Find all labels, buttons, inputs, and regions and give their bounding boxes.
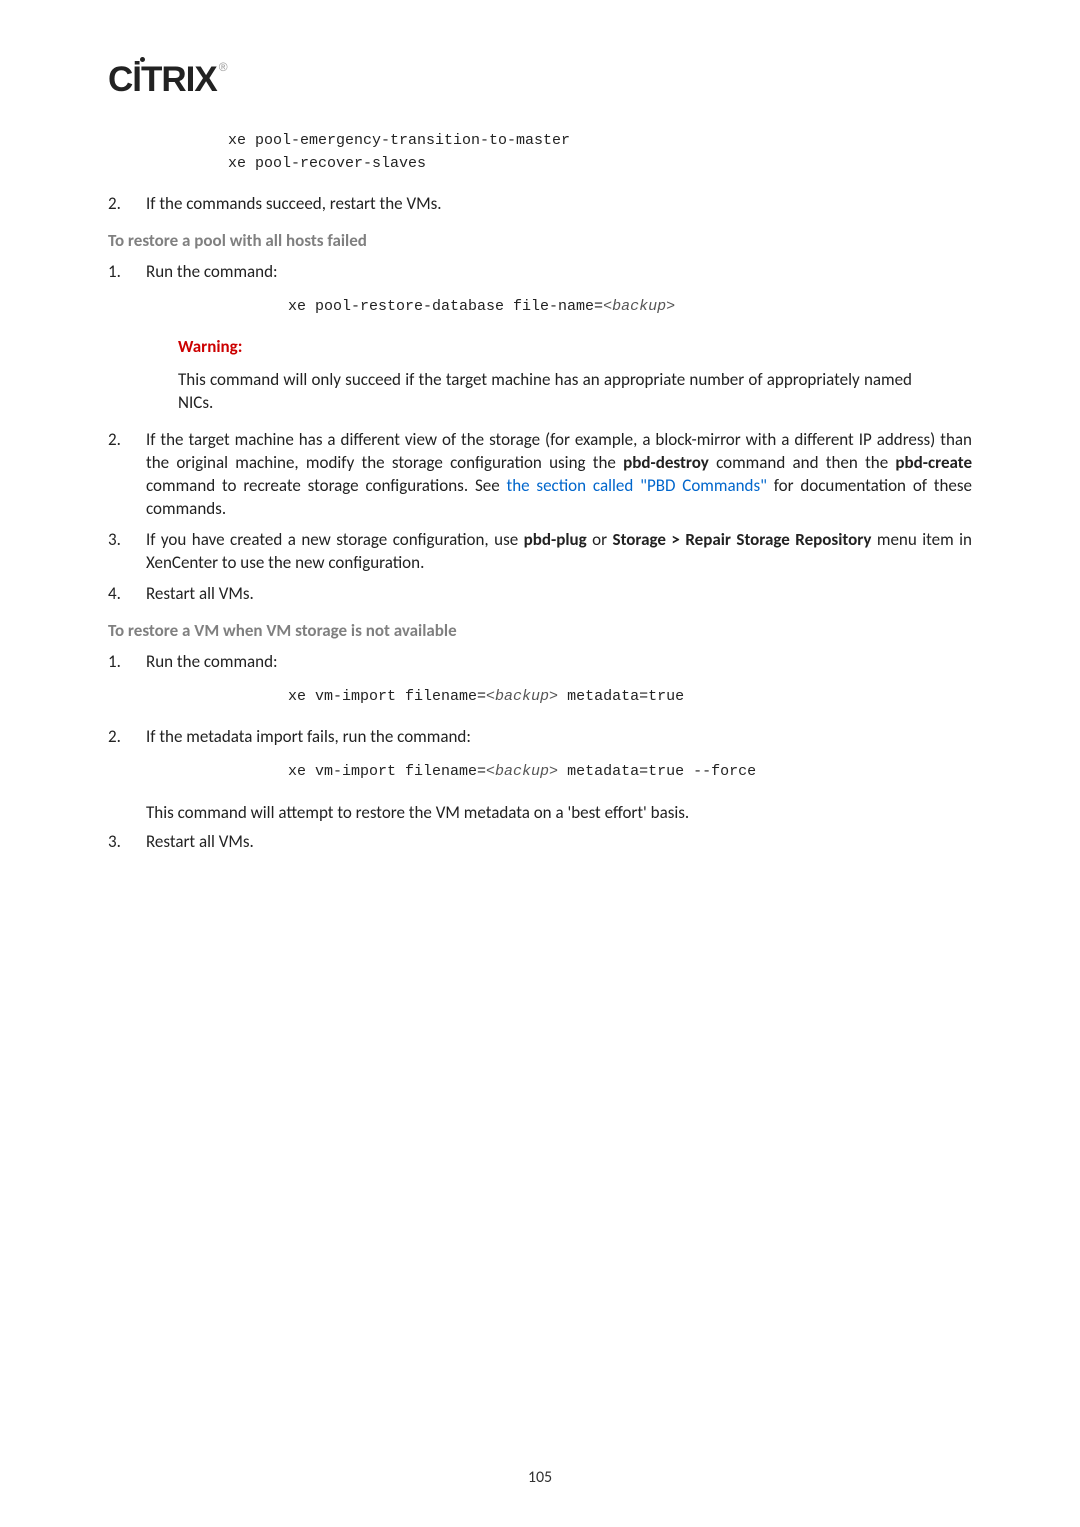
citrix-logo: CİTRIX® (108, 60, 972, 100)
list-text: If the metadata import fails, run the co… (146, 726, 972, 749)
code-block-vm-import-force: xe vm-import filename=<backup> metadata=… (288, 761, 972, 784)
list-text: If the commands succeed, restart the VMs… (146, 193, 972, 216)
list-text: Restart all VMs. (146, 583, 972, 606)
list-item: 3. Restart all VMs. (108, 831, 972, 854)
list-number: 1. (108, 651, 146, 674)
code-block-pool-emergency: xe pool-emergency-transition-to-master x… (228, 130, 972, 175)
warning-label: Warning: (178, 336, 242, 357)
list-number: 4. (108, 583, 146, 606)
list-item: 2. If the target machine has a different… (108, 429, 972, 521)
code-block-vm-import: xe vm-import filename=<backup> metadata=… (288, 686, 972, 709)
list-item: 2. If the commands succeed, restart the … (108, 193, 972, 216)
list-text: Run the command: (146, 261, 972, 284)
section-heading: To restore a pool with all hosts failed (108, 230, 972, 251)
pbd-commands-link[interactable]: the section called "PBD Commands" (507, 475, 767, 496)
list-number: 2. (108, 429, 146, 521)
list-text: If you have created a new storage config… (146, 529, 972, 575)
list-item: 1. Run the command: (108, 651, 972, 674)
list-item: 2. If the metadata import fails, run the… (108, 726, 972, 749)
list-item: 4. Restart all VMs. (108, 583, 972, 606)
warning-block: Warning: This command will only succeed … (146, 336, 972, 415)
paragraph: This command will attempt to restore the… (146, 802, 972, 825)
section-heading: To restore a VM when VM storage is not a… (108, 620, 972, 641)
list-number: 3. (108, 831, 146, 854)
list-number: 3. (108, 529, 146, 575)
list-text: Restart all VMs. (146, 831, 972, 854)
list-text: Run the command: (146, 651, 972, 674)
logo-text: CİTRIX® (108, 60, 227, 99)
list-text: If the target machine has a different vi… (146, 429, 972, 521)
warning-text: This command will only succeed if the ta… (178, 369, 912, 415)
list-number: 1. (108, 261, 146, 284)
page-number: 105 (0, 1468, 1080, 1487)
list-item: 3. If you have created a new storage con… (108, 529, 972, 575)
list-number: 2. (108, 726, 146, 749)
list-item: 1. Run the command: (108, 261, 972, 284)
logo-dot-icon (140, 57, 145, 62)
code-block-pool-restore: xe pool-restore-database file-name=<back… (288, 296, 972, 319)
list-number: 2. (108, 193, 146, 216)
